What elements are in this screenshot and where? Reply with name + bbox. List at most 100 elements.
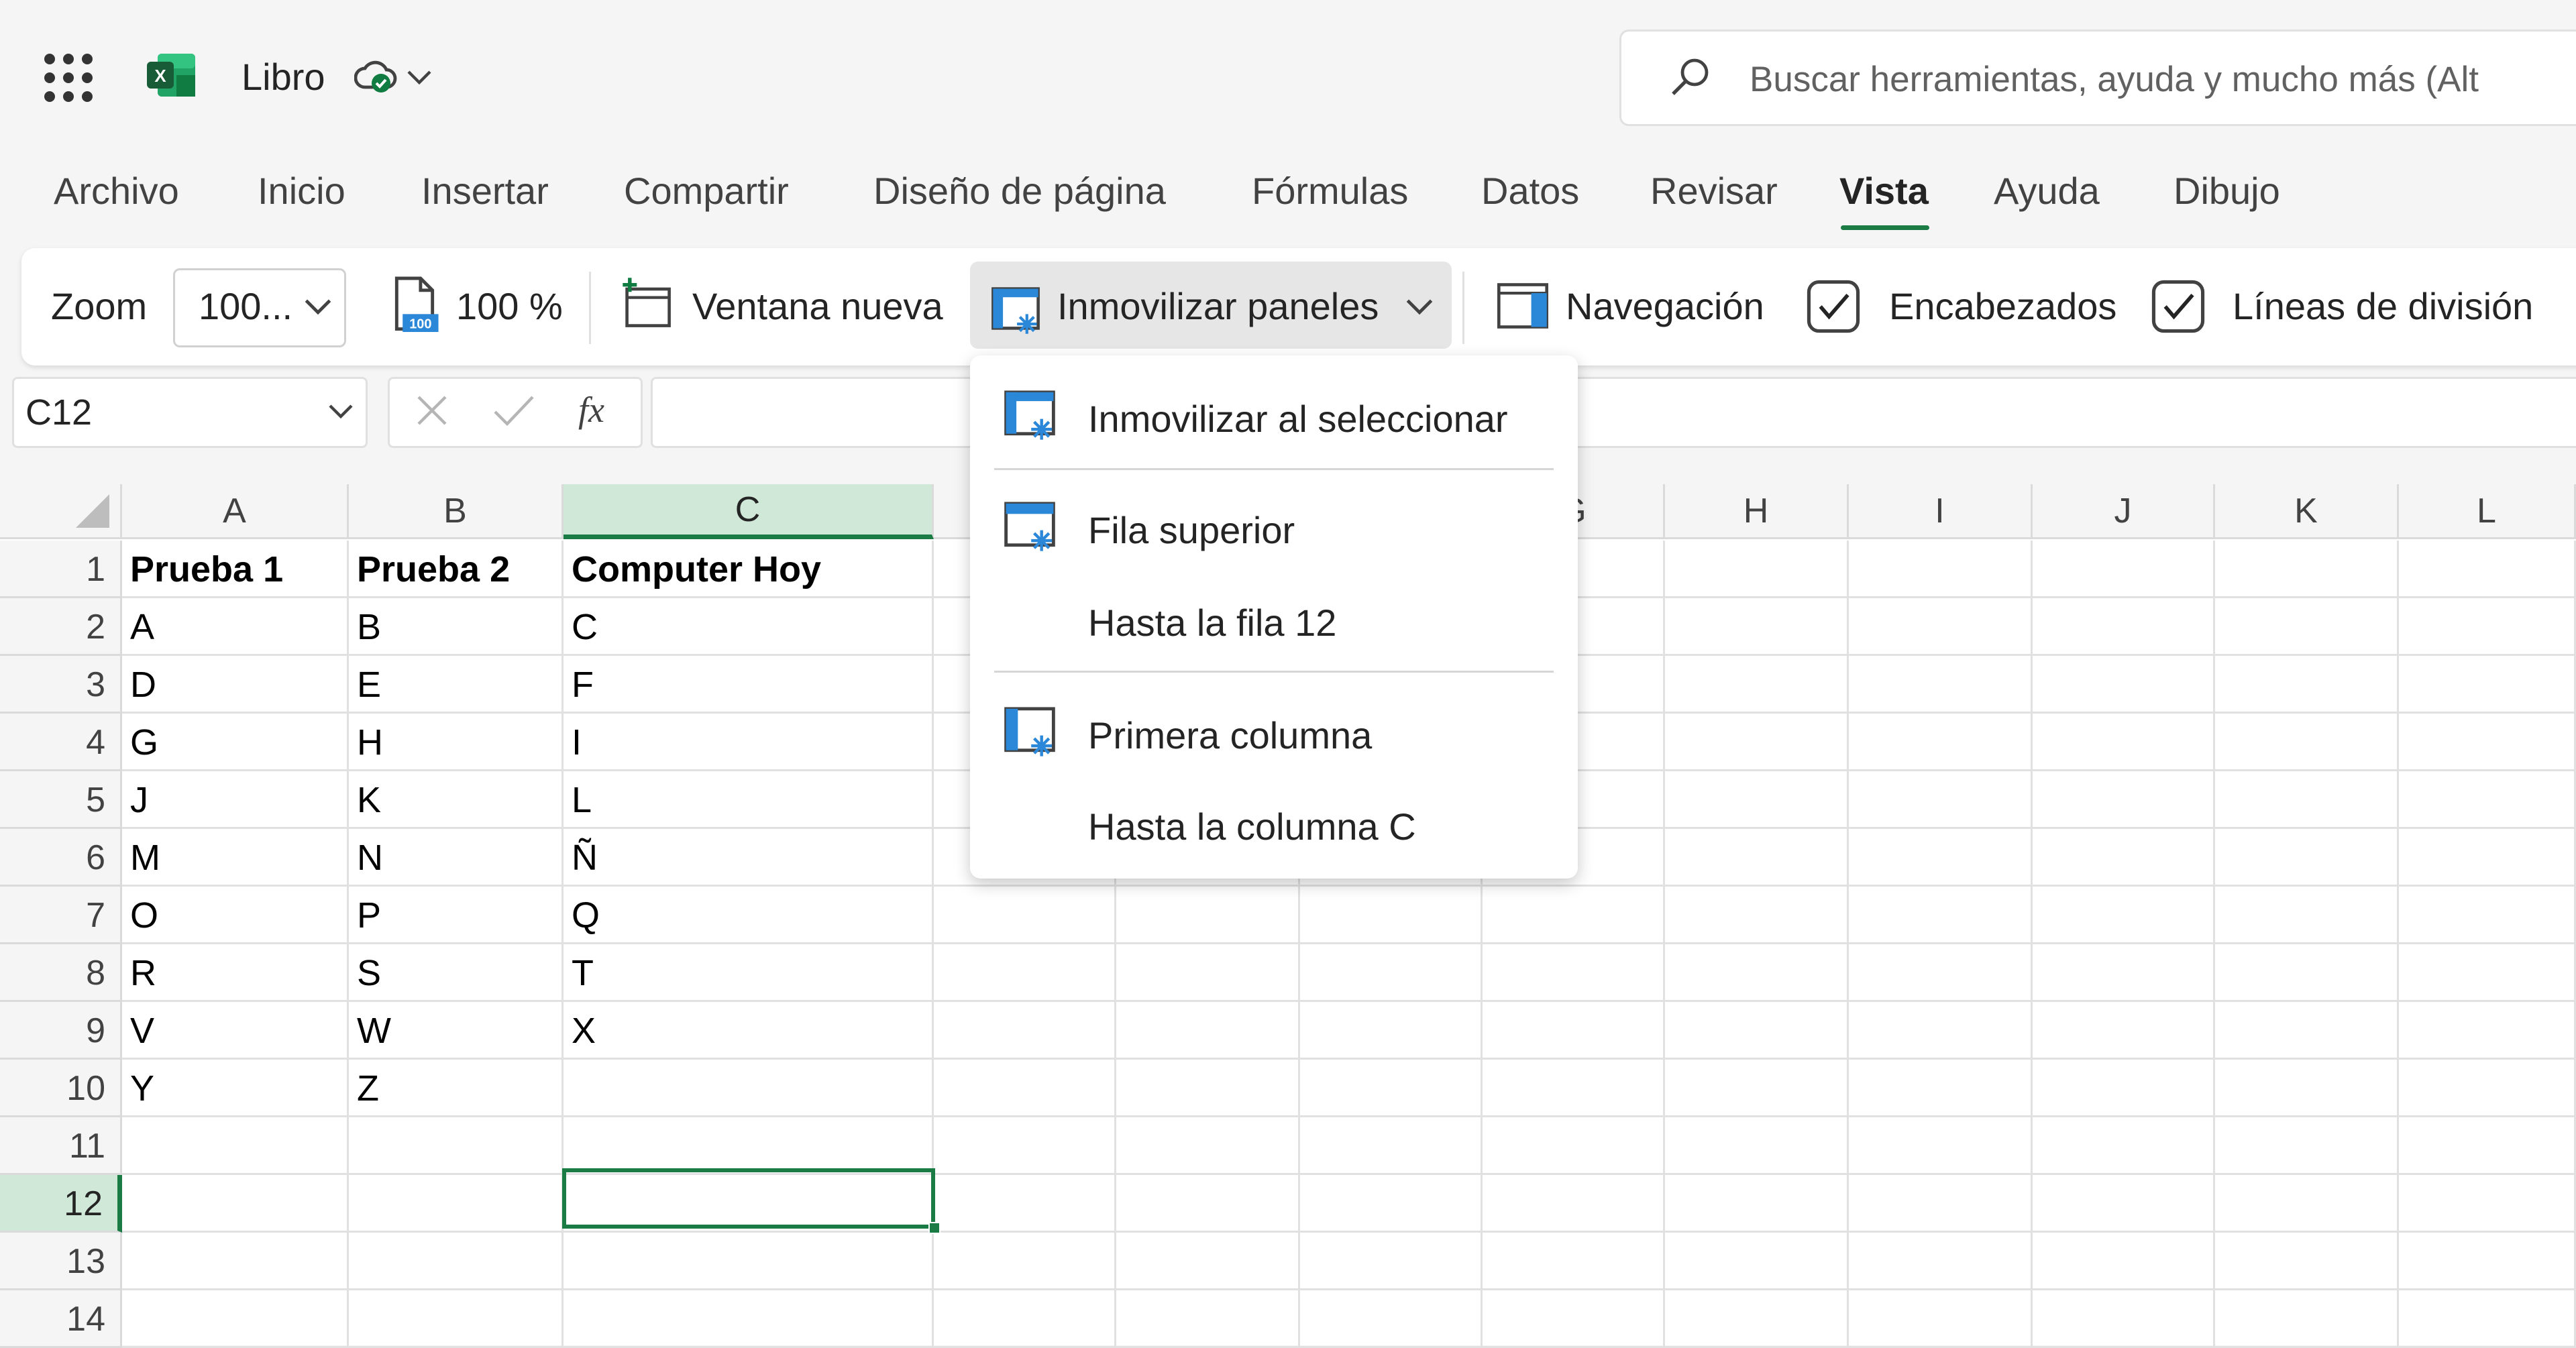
cell-e12[interactable] [1116,1175,1300,1233]
cell-b14[interactable] [349,1290,564,1348]
cell-b4[interactable]: H [349,714,564,771]
cell-d14[interactable] [934,1290,1116,1348]
cell-a10[interactable]: Y [122,1060,349,1117]
cell-k6[interactable] [2215,829,2399,887]
select-all-corner[interactable] [0,484,122,539]
cell-f13[interactable] [1300,1233,1483,1290]
cell-i4[interactable] [1849,714,2033,771]
cell-k1[interactable] [2215,541,2399,598]
cell-g7[interactable] [1483,887,1665,944]
cell-k9[interactable] [2215,1002,2399,1060]
cell-l13[interactable] [2399,1233,2576,1290]
cell-k10[interactable] [2215,1060,2399,1117]
workbook-title[interactable]: Libro [241,55,325,99]
menu-item-first-column[interactable]: Primera columna [1088,714,1372,757]
gridlines-checkbox[interactable] [2149,278,2207,335]
row-header-13[interactable]: 13 [0,1233,122,1290]
cell-j5[interactable] [2033,771,2215,829]
cell-l11[interactable] [2399,1117,2576,1175]
row-header-10[interactable]: 10 [0,1060,122,1117]
cell-c2[interactable]: C [564,598,934,656]
cell-b13[interactable] [349,1233,564,1290]
cell-i6[interactable] [1849,829,2033,887]
cell-f7[interactable] [1300,887,1483,944]
cell-c1[interactable]: Computer Hoy [564,541,934,598]
cell-l8[interactable] [2399,944,2576,1002]
cell-g11[interactable] [1483,1117,1665,1175]
cell-i14[interactable] [1849,1290,2033,1348]
cell-h4[interactable] [1665,714,1849,771]
cell-k3[interactable] [2215,656,2399,714]
cell-d10[interactable] [934,1060,1116,1117]
zoom-100-button[interactable]: 100 % [456,284,563,328]
tab-diseno-de-pagina[interactable]: Diseño de página [873,169,1166,213]
cell-a9[interactable]: V [122,1002,349,1060]
cell-b6[interactable]: N [349,829,564,887]
cell-a14[interactable] [122,1290,349,1348]
app-launcher-icon[interactable] [44,54,93,102]
cell-j13[interactable] [2033,1233,2215,1290]
tab-revisar[interactable]: Revisar [1650,169,1778,213]
cell-l4[interactable] [2399,714,2576,771]
cell-k4[interactable] [2215,714,2399,771]
cell-h14[interactable] [1665,1290,1849,1348]
tab-vista[interactable]: Vista [1839,169,1929,213]
cell-f8[interactable] [1300,944,1483,1002]
cell-c3[interactable]: F [564,656,934,714]
cell-i12[interactable] [1849,1175,2033,1233]
cell-b1[interactable]: Prueba 2 [349,541,564,598]
cell-c7[interactable]: Q [564,887,934,944]
cell-a7[interactable]: O [122,887,349,944]
cell-b12[interactable] [349,1175,564,1233]
cell-c9[interactable]: X [564,1002,934,1060]
row-header-14[interactable]: 14 [0,1290,122,1348]
cell-e11[interactable] [1116,1117,1300,1175]
tab-ayuda[interactable]: Ayuda [1994,169,2100,213]
cell-h3[interactable] [1665,656,1849,714]
cell-k12[interactable] [2215,1175,2399,1233]
cell-j9[interactable] [2033,1002,2215,1060]
cell-k11[interactable] [2215,1117,2399,1175]
cell-f9[interactable] [1300,1002,1483,1060]
row-header-9[interactable]: 9 [0,1002,122,1060]
tab-compartir[interactable]: Compartir [624,169,789,213]
cell-b9[interactable]: W [349,1002,564,1060]
cell-h11[interactable] [1665,1117,1849,1175]
cell-e9[interactable] [1116,1002,1300,1060]
cell-h6[interactable] [1665,829,1849,887]
zoom-value[interactable]: 100... [199,284,292,328]
tab-inicio[interactable]: Inicio [258,169,345,213]
cell-g14[interactable] [1483,1290,1665,1348]
cell-c4[interactable]: I [564,714,934,771]
column-header-k[interactable]: K [2215,484,2399,539]
cell-c8[interactable]: T [564,944,934,1002]
cell-j8[interactable] [2033,944,2215,1002]
chevron-down-icon[interactable] [1405,295,1434,318]
cloud-saved-icon[interactable] [354,58,397,95]
cell-a12[interactable] [122,1175,349,1233]
cell-b3[interactable]: E [349,656,564,714]
cell-k5[interactable] [2215,771,2399,829]
cell-b8[interactable]: S [349,944,564,1002]
row-header-7[interactable]: 7 [0,887,122,944]
column-header-h[interactable]: H [1665,484,1849,539]
chevron-down-icon[interactable] [303,295,333,318]
cell-l1[interactable] [2399,541,2576,598]
menu-item-freeze-selection[interactable]: Inmovilizar al seleccionar [1088,397,1508,441]
formula-input[interactable] [651,377,2576,448]
cell-d13[interactable] [934,1233,1116,1290]
cell-e13[interactable] [1116,1233,1300,1290]
cell-c6[interactable]: Ñ [564,829,934,887]
fill-handle[interactable] [928,1222,941,1234]
row-header-1[interactable]: 1 [0,541,122,598]
cell-d11[interactable] [934,1117,1116,1175]
cell-h13[interactable] [1665,1233,1849,1290]
cell-i9[interactable] [1849,1002,2033,1060]
cell-h1[interactable] [1665,541,1849,598]
cell-j7[interactable] [2033,887,2215,944]
tab-archivo[interactable]: Archivo [54,169,179,213]
cell-d12[interactable] [934,1175,1116,1233]
cell-e14[interactable] [1116,1290,1300,1348]
cell-k8[interactable] [2215,944,2399,1002]
cell-f11[interactable] [1300,1117,1483,1175]
